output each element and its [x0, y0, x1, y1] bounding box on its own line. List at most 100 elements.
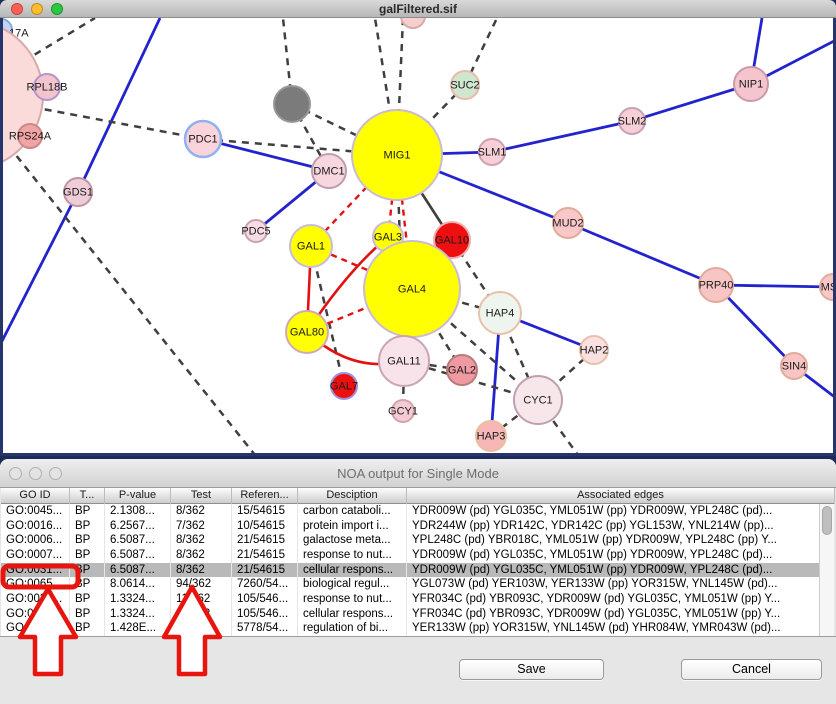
network-node-topnode[interactable]	[401, 18, 425, 28]
cell-go_id[interactable]: GO:0050...	[1, 621, 70, 636]
cell-description[interactable]: cellular respons...	[298, 607, 407, 622]
cell-edges[interactable]: YDR009W (pd) YGL035C, YML051W (pp) YDR00…	[407, 563, 835, 578]
network-edge[interactable]	[492, 121, 632, 152]
cell-description[interactable]: regulation of bi...	[298, 621, 407, 636]
cell-reference[interactable]: 10/54615	[232, 519, 298, 534]
node-label: GAL11	[387, 356, 420, 368]
cell-test[interactable]: 94/362	[171, 577, 232, 592]
table-row[interactable]: GO:0006...BP6.5087...8/36221/54615galact…	[1, 533, 835, 548]
cell-test[interactable]: 8/362	[171, 548, 232, 563]
cell-test[interactable]: 7/362	[171, 519, 232, 534]
cell-reference[interactable]: 105/546...	[232, 607, 298, 622]
cell-description[interactable]: response to nut...	[298, 548, 407, 563]
cell-p_value[interactable]: 1.3324...	[105, 607, 171, 622]
cell-go_id[interactable]: GO:0016...	[1, 519, 70, 534]
cell-edges[interactable]: YGL073W (pd) YER103W, YER133W (pp) YOR31…	[407, 577, 835, 592]
cell-go_id[interactable]: GO:0031...	[1, 607, 70, 622]
column-header-goid[interactable]: GO ID	[1, 488, 70, 504]
cell-p_value[interactable]: 6.5087...	[105, 563, 171, 578]
cell-reference[interactable]: 21/54615	[232, 563, 298, 578]
cell-p_value[interactable]: 6.5087...	[105, 548, 171, 563]
table-row[interactable]: GO:0031...BP1.3324...11/362105/546...cel…	[1, 607, 835, 622]
cell-edges[interactable]: YDR009W (pd) YGL035C, YML051W (pp) YDR00…	[407, 548, 835, 563]
cell-description[interactable]: biological regul...	[298, 577, 407, 592]
table-row[interactable]: GO:0065...BP8.0614...94/3627260/54...bio…	[1, 577, 835, 592]
window-title: galFiltered.sif	[0, 0, 836, 18]
cell-reference[interactable]: 105/546...	[232, 592, 298, 607]
column-header-test[interactable]: Test	[171, 488, 232, 504]
table-row[interactable]: GO:0045...BP2.1308...8/36215/54615carbon…	[1, 504, 835, 519]
cell-go_id[interactable]: GO:0045...	[1, 504, 70, 519]
cancel-button[interactable]: Cancel	[681, 659, 822, 680]
node-label: PDC5	[241, 226, 270, 238]
cell-description[interactable]: cellular respons...	[298, 563, 407, 578]
cell-reference[interactable]: 21/54615	[232, 548, 298, 563]
cell-type[interactable]: BP	[70, 592, 105, 607]
cell-description[interactable]: response to nut...	[298, 592, 407, 607]
cell-go_id[interactable]: GO:0031...	[1, 563, 70, 578]
cell-description[interactable]: galactose meta...	[298, 533, 407, 548]
cell-type[interactable]: BP	[70, 607, 105, 622]
cell-edges[interactable]: YDR009W (pd) YGL035C, YML051W (pp) YDR00…	[407, 504, 835, 519]
cell-p_value[interactable]: 1.3324...	[105, 592, 171, 607]
table-row[interactable]: GO:0007...BP6.5087...8/36221/54615respon…	[1, 548, 835, 563]
cell-edges[interactable]: YFR034C (pd) YBR093C, YDR009W (pd) YGL03…	[407, 607, 835, 622]
table-row[interactable]: GO:0050...BP1.428E...80/3625778/54...reg…	[1, 621, 835, 636]
network-edge[interactable]	[203, 139, 329, 171]
save-button[interactable]: Save	[459, 659, 604, 680]
noa-window-titlebar: NOA output for Single Mode	[0, 459, 836, 488]
node-label: SUC2	[450, 80, 479, 92]
cell-edges[interactable]: YFR034C (pd) YBR093C, YDR009W (pd) YGL03…	[407, 592, 835, 607]
table-row[interactable]: GO:0031...BP6.5087...8/36221/54615cellul…	[1, 563, 835, 578]
cell-p_value[interactable]: 1.428E...	[105, 621, 171, 636]
network-node-gray[interactable]	[274, 86, 310, 122]
network-edge[interactable]	[78, 18, 160, 192]
cell-description[interactable]: carbon cataboli...	[298, 504, 407, 519]
cell-p_value[interactable]: 8.0614...	[105, 577, 171, 592]
cell-reference[interactable]: 7260/54...	[232, 577, 298, 592]
table-scrollbar[interactable]	[819, 504, 834, 636]
cell-p_value[interactable]: 2.1308...	[105, 504, 171, 519]
column-header-t[interactable]: T...	[70, 488, 105, 504]
cell-p_value[interactable]: 6.2567...	[105, 519, 171, 534]
cell-test[interactable]: 8/362	[171, 533, 232, 548]
noa-window-title: NOA output for Single Mode	[0, 459, 836, 488]
cell-go_id[interactable]: GO:0031...	[1, 592, 70, 607]
network-canvas[interactable]: 17ARPL18BRPS24AGDS1PDC1PDC5DMC1MIG1SUC2S…	[0, 18, 836, 456]
cell-test[interactable]: 11/362	[171, 592, 232, 607]
cell-type[interactable]: BP	[70, 577, 105, 592]
cell-type[interactable]: BP	[70, 519, 105, 534]
cell-description[interactable]: protein import i...	[298, 519, 407, 534]
cell-type[interactable]: BP	[70, 533, 105, 548]
network-edge[interactable]	[3, 192, 78, 345]
cell-reference[interactable]: 21/54615	[232, 533, 298, 548]
column-header-desciption[interactable]: Desciption	[298, 488, 407, 504]
table-row[interactable]: GO:0016...BP6.2567...7/36210/54615protei…	[1, 519, 835, 534]
cell-reference[interactable]: 5778/54...	[232, 621, 298, 636]
cell-type[interactable]: BP	[70, 563, 105, 578]
cell-test[interactable]: 8/362	[171, 563, 232, 578]
cell-edges[interactable]: YPL248C (pd) YBR018C, YML051W (pp) YDR00…	[407, 533, 835, 548]
cell-go_id[interactable]: GO:0007...	[1, 548, 70, 563]
node-label: GAL4	[398, 284, 426, 296]
cell-test[interactable]: 8/362	[171, 504, 232, 519]
column-header-pvalue[interactable]: P-value	[105, 488, 171, 504]
network-edge[interactable]	[632, 84, 751, 121]
table-row[interactable]: GO:0031...BP1.3324...11/362105/546...res…	[1, 592, 835, 607]
cell-test[interactable]: 11/362	[171, 607, 232, 622]
cell-go_id[interactable]: GO:0065...	[1, 577, 70, 592]
network-edge[interactable]	[568, 223, 716, 285]
column-header-referen[interactable]: Referen...	[232, 488, 298, 504]
cell-type[interactable]: BP	[70, 548, 105, 563]
node-label: RPS24A	[9, 131, 52, 143]
cell-test[interactable]: 80/362	[171, 621, 232, 636]
cell-reference[interactable]: 15/54615	[232, 504, 298, 519]
scrollbar-thumb[interactable]	[822, 506, 832, 535]
cell-type[interactable]: BP	[70, 504, 105, 519]
column-header-associatededges[interactable]: Associated edges	[407, 488, 835, 504]
cell-p_value[interactable]: 6.5087...	[105, 533, 171, 548]
cell-edges[interactable]: YDR244W (pp) YDR142C, YDR142C (pp) YGL15…	[407, 519, 835, 534]
cell-type[interactable]: BP	[70, 621, 105, 636]
cell-go_id[interactable]: GO:0006...	[1, 533, 70, 548]
cell-edges[interactable]: YER133W (pp) YOR315W, YNL145W (pd) YHR08…	[407, 621, 835, 636]
